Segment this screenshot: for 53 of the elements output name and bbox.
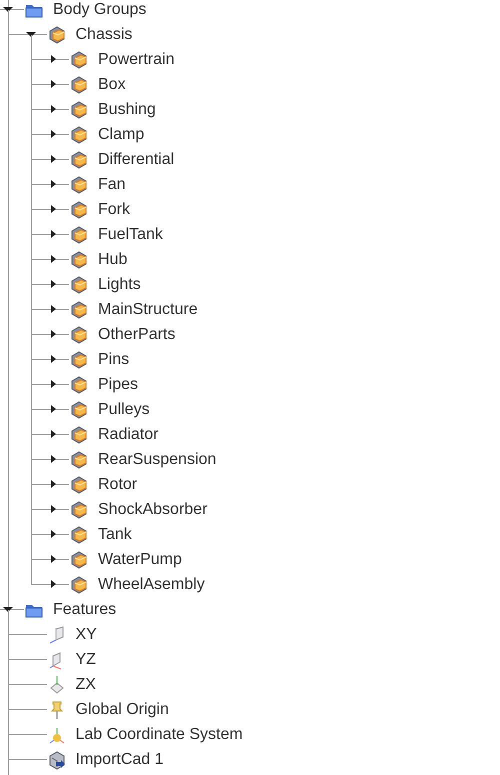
tree-item[interactable]: Pipes: [98, 376, 138, 394]
tree-item[interactable]: XY: [76, 626, 97, 644]
tree-item[interactable]: ZX: [76, 676, 96, 694]
caret-icon[interactable]: [51, 330, 56, 338]
tree-item[interactable]: WaterPump: [98, 550, 182, 568]
caret-icon[interactable]: [51, 455, 56, 463]
tree-item[interactable]: ImportCad 1: [76, 750, 164, 768]
tree-item[interactable]: Clamp: [98, 126, 144, 144]
tree-item[interactable]: Chassis: [76, 26, 132, 44]
caret-icon[interactable]: [51, 130, 56, 138]
tree-item[interactable]: Pins: [98, 350, 130, 368]
caret-icon[interactable]: [51, 280, 56, 288]
caret-icon[interactable]: [51, 205, 56, 213]
tree-item[interactable]: MainStructure: [98, 300, 198, 318]
caret-icon[interactable]: [51, 380, 56, 388]
tree-item[interactable]: Differential: [98, 150, 174, 168]
caret-icon[interactable]: [51, 180, 56, 188]
caret-icon[interactable]: [51, 55, 56, 63]
tree-item[interactable]: Rotor: [98, 476, 138, 494]
tree-item[interactable]: Lab Coordinate System: [76, 726, 243, 744]
tree-item[interactable]: Lights: [98, 276, 141, 294]
caret-icon[interactable]: [51, 155, 56, 163]
caret-icon[interactable]: [51, 405, 56, 413]
tree-item[interactable]: Hub: [98, 250, 128, 268]
tree-item[interactable]: ShockAbsorber: [98, 500, 208, 518]
tree-item[interactable]: Bushing: [98, 100, 156, 118]
caret-icon[interactable]: [51, 355, 56, 363]
tree-item[interactable]: RearSuspension: [98, 450, 216, 468]
caret-icon[interactable]: [51, 305, 56, 313]
tree-item[interactable]: Global Origin: [76, 700, 169, 718]
caret-icon[interactable]: [51, 80, 56, 88]
tree-item[interactable]: Fan: [98, 176, 126, 194]
tree-item[interactable]: FuelTank: [98, 226, 163, 244]
tree-item[interactable]: Features: [53, 600, 116, 618]
caret-icon[interactable]: [51, 255, 56, 263]
tree-item[interactable]: Body Groups: [53, 0, 146, 18]
tree-item[interactable]: YZ: [76, 650, 96, 668]
caret-icon[interactable]: [51, 230, 56, 238]
caret-icon[interactable]: [51, 555, 56, 563]
tree-item[interactable]: Fork: [98, 200, 130, 218]
tree-item[interactable]: WheelAsembly: [98, 576, 205, 594]
caret-icon[interactable]: [51, 505, 56, 513]
caret-icon[interactable]: [51, 480, 56, 488]
tree-item[interactable]: Tank: [98, 526, 132, 544]
caret-icon[interactable]: [51, 105, 56, 113]
caret-icon[interactable]: [51, 530, 56, 538]
caret-icon[interactable]: [51, 580, 56, 588]
caret-icon[interactable]: [51, 430, 56, 438]
tree-item[interactable]: Radiator: [98, 426, 158, 444]
tree-item[interactable]: Box: [98, 76, 126, 94]
tree-item[interactable]: Powertrain: [98, 50, 174, 68]
tree-item[interactable]: Pulleys: [98, 400, 150, 418]
tree-item[interactable]: OtherParts: [98, 326, 176, 344]
